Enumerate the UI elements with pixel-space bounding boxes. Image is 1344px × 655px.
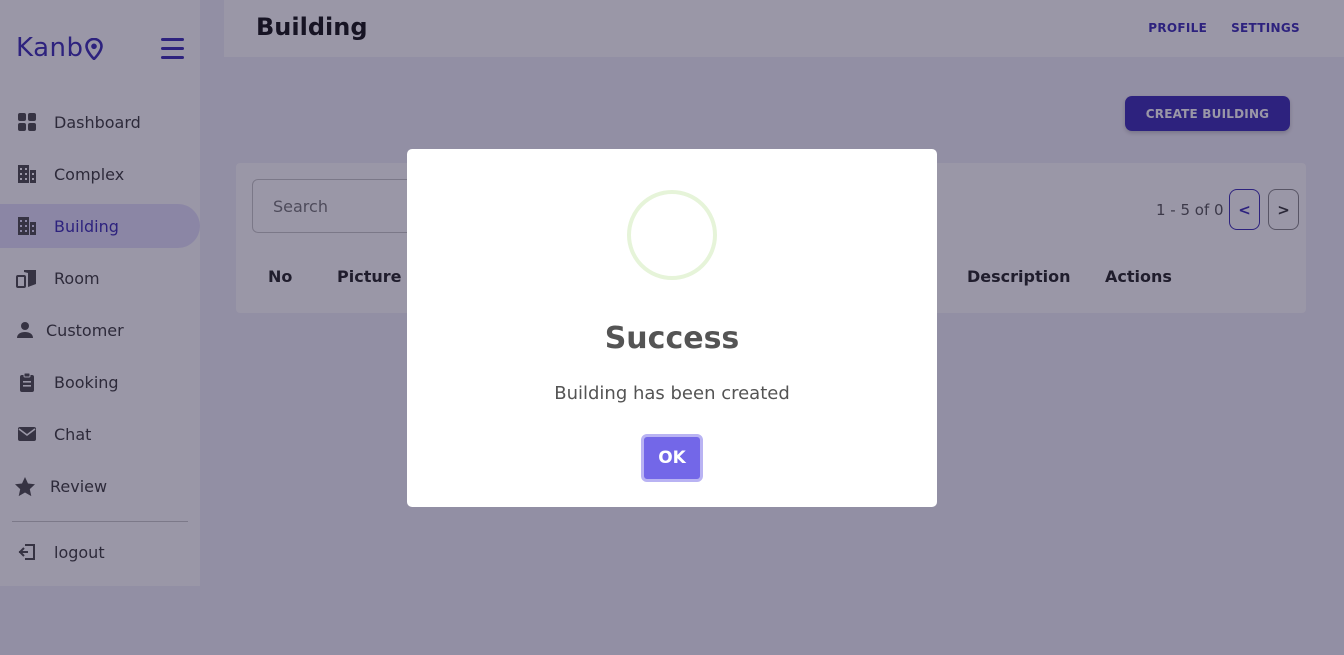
dialog-bottom-line bbox=[657, 505, 909, 507]
success-dialog: Success Building has been created OK bbox=[407, 149, 937, 507]
dialog-title: Success bbox=[604, 321, 740, 356]
success-icon bbox=[627, 190, 717, 280]
dialog-message: Building has been created bbox=[554, 383, 790, 404]
ok-button[interactable]: OK bbox=[641, 434, 703, 482]
